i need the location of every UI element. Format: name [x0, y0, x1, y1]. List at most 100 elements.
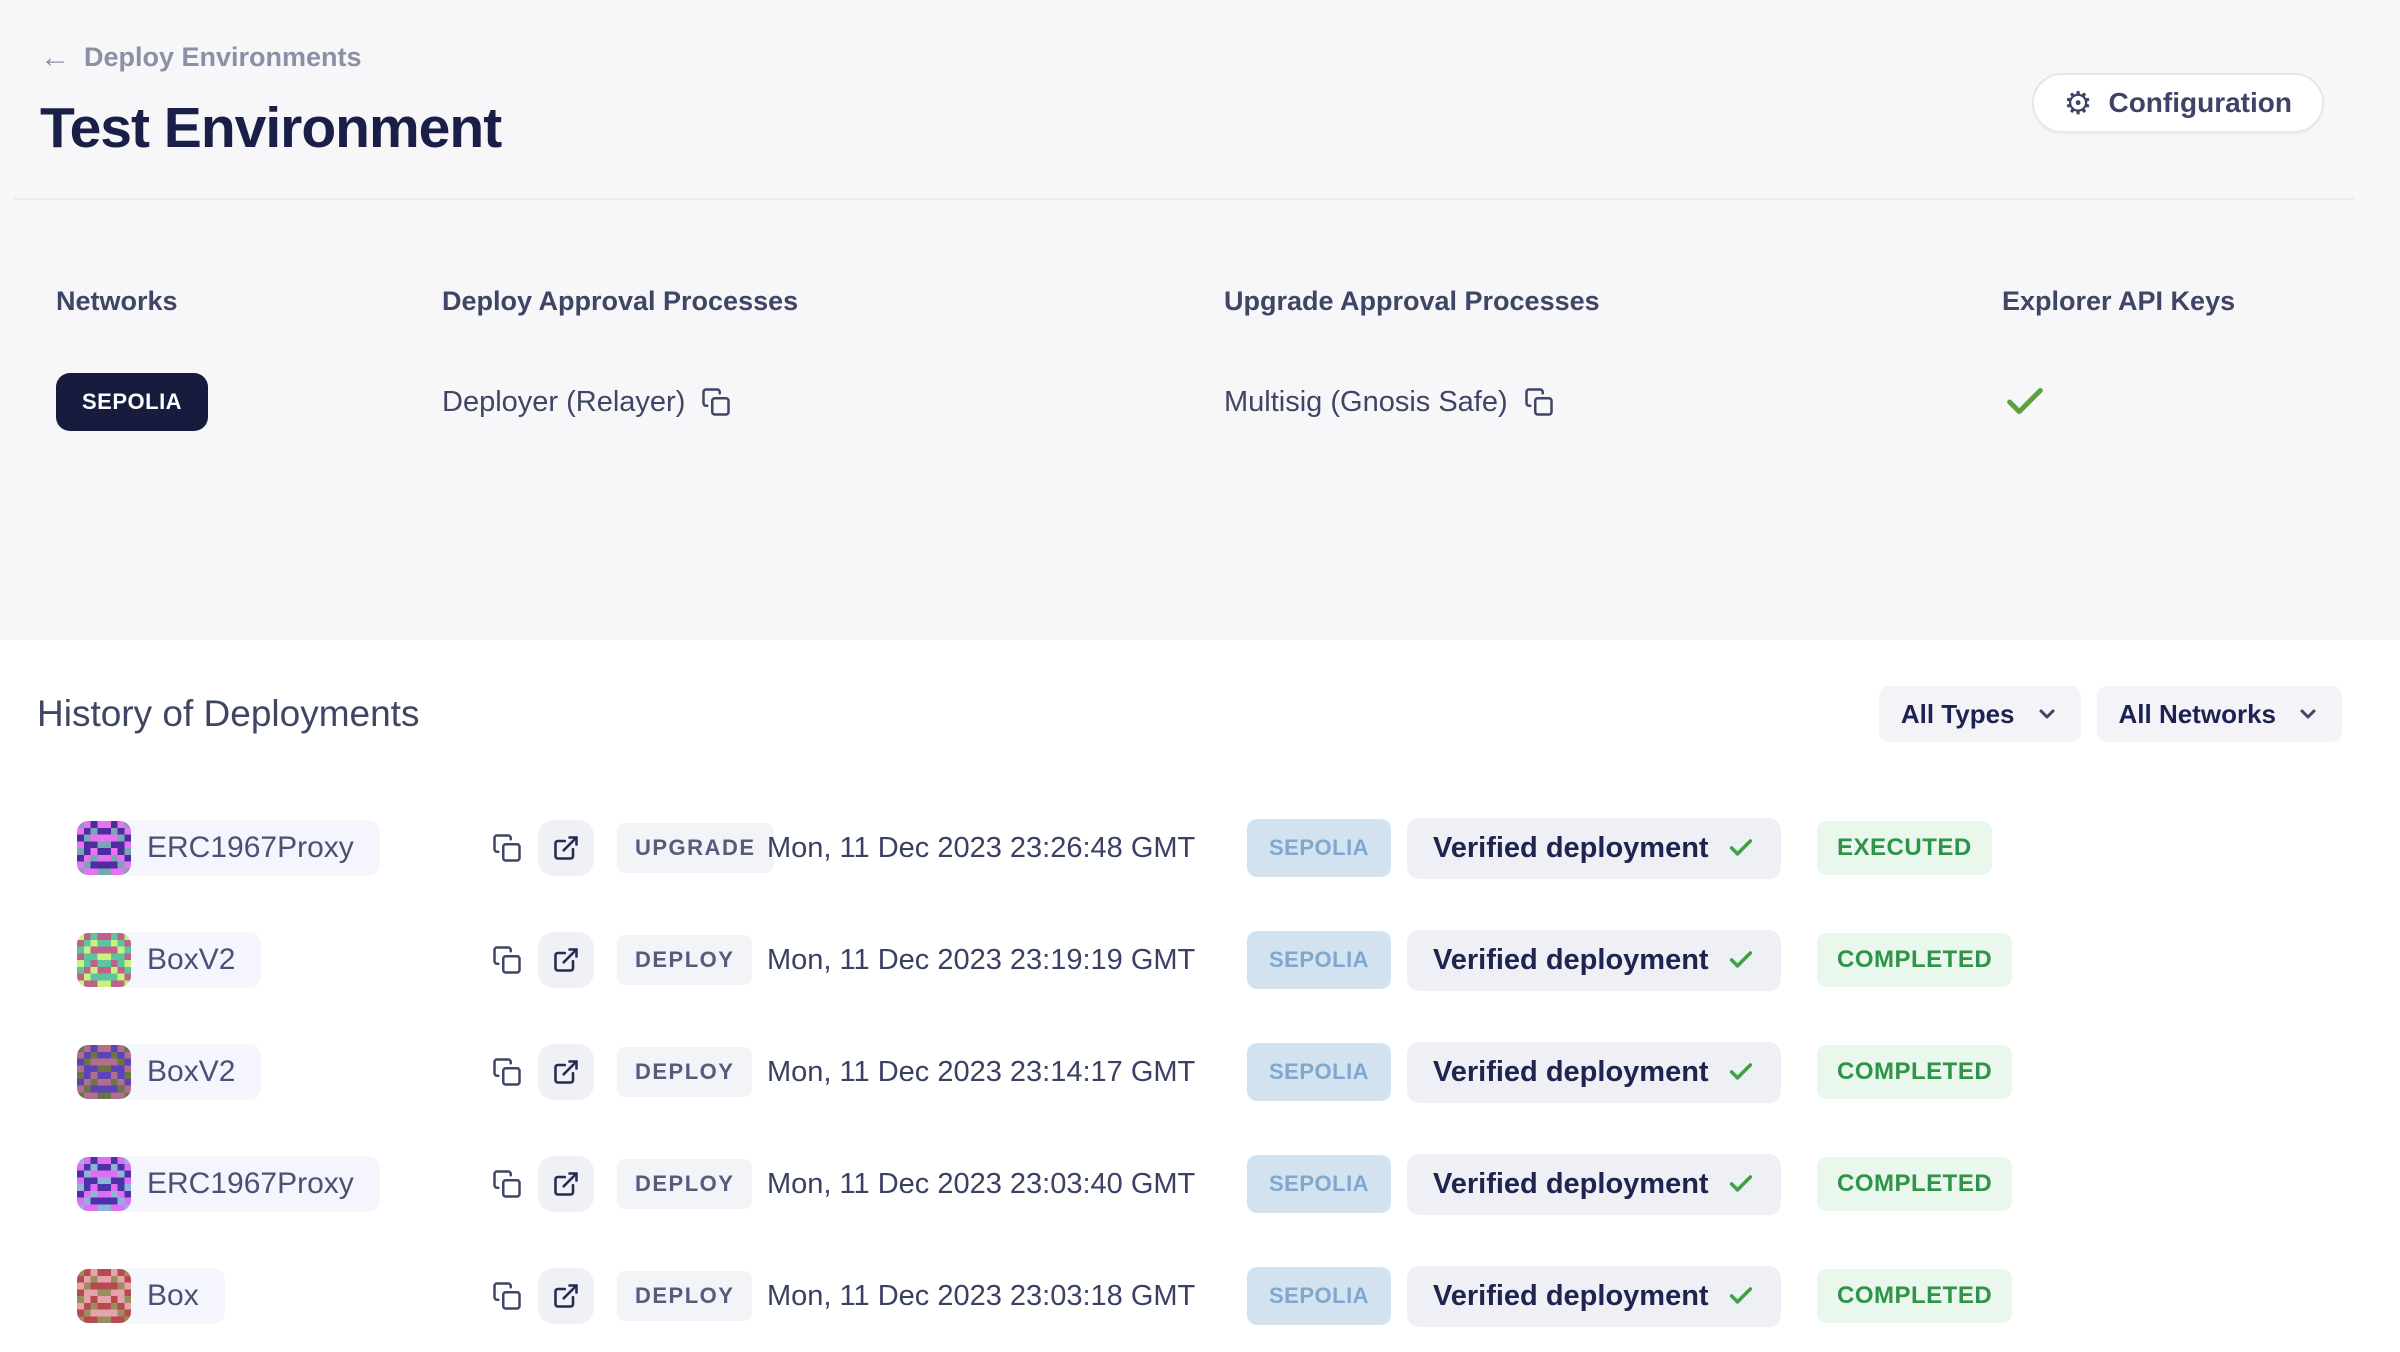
- configuration-button[interactable]: ⚙ Configuration: [2032, 73, 2324, 133]
- copy-icon: [492, 1057, 522, 1087]
- blockies-avatar-image: [77, 1045, 131, 1099]
- deployment-timestamp: Mon, 11 Dec 2023 23:03:40 GMT: [767, 1168, 1247, 1201]
- history-filters: All Types All Networks: [1879, 686, 2342, 742]
- gear-icon: ⚙: [2064, 87, 2093, 119]
- deployment-type-badge: DEPLOY: [617, 1047, 752, 1097]
- row-actions-cell: [492, 1268, 617, 1324]
- row-actions-cell: [492, 1156, 617, 1212]
- copy-icon: [492, 1281, 522, 1311]
- network-filter-label: All Networks: [2119, 699, 2277, 730]
- copy-address-button[interactable]: [492, 945, 522, 975]
- deployment-timestamp: Mon, 11 Dec 2023 23:26:48 GMT: [767, 832, 1247, 865]
- external-link-button[interactable]: [538, 1156, 594, 1212]
- back-arrow-icon: ←: [40, 43, 70, 73]
- chevron-down-icon: [2296, 702, 2320, 726]
- deployment-type-badge: DEPLOY: [617, 935, 752, 985]
- contract-avatar: [77, 933, 131, 987]
- deployment-row: BoxV2 DEPLOY Mon, 11 Dec 2023 23:19:19 G…: [0, 904, 2400, 1016]
- verification-cell: Verified deployment: [1407, 1154, 1817, 1215]
- deployment-type-cell: DEPLOY: [617, 1047, 767, 1097]
- external-link-icon: [552, 1058, 580, 1086]
- copy-icon: [701, 387, 731, 417]
- back-link-label: Deploy Environments: [84, 42, 362, 73]
- deploy-environment-page: ← Deploy Environments Test Environment ⚙…: [0, 0, 2400, 1344]
- deployment-status-badge: COMPLETED: [1817, 1269, 2012, 1323]
- blockies-avatar-image: [77, 933, 131, 987]
- contract-name-cell: BoxV2: [77, 932, 492, 988]
- status-cell: COMPLETED: [1817, 1157, 2012, 1211]
- type-filter-label: All Types: [1901, 699, 2015, 730]
- copy-upgrade-approval-button[interactable]: [1522, 385, 1556, 419]
- contract-name: ERC1967Proxy: [117, 1156, 380, 1212]
- network-badge: SEPOLIA: [1247, 819, 1391, 877]
- verification-cell: Verified deployment: [1407, 818, 1817, 879]
- deployment-status-badge: COMPLETED: [1817, 933, 2012, 987]
- network-badge: SEPOLIA: [1247, 1155, 1391, 1213]
- verification-label: Verified deployment: [1433, 1056, 1709, 1089]
- external-link-icon: [552, 1170, 580, 1198]
- contract-name: BoxV2: [117, 932, 261, 988]
- check-icon: [1727, 1058, 1755, 1086]
- status-cell: COMPLETED: [1817, 933, 2012, 987]
- deployment-status-badge: COMPLETED: [1817, 1045, 2012, 1099]
- verification-label: Verified deployment: [1433, 1168, 1709, 1201]
- row-actions-cell: [492, 932, 617, 988]
- contract-name-cell: Box: [77, 1268, 492, 1324]
- check-icon: [1727, 1170, 1755, 1198]
- copy-address-button[interactable]: [492, 833, 522, 863]
- configuration-button-label: Configuration: [2108, 87, 2292, 119]
- type-filter-dropdown[interactable]: All Types: [1879, 686, 2081, 742]
- deployment-row: ERC1967Proxy UPGRADE Mon, 11 Dec 2023 23…: [0, 792, 2400, 904]
- network-filter-dropdown[interactable]: All Networks: [2097, 686, 2343, 742]
- external-link-icon: [552, 946, 580, 974]
- copy-icon: [492, 1169, 522, 1199]
- network-cell: SEPOLIA: [1247, 1043, 1407, 1101]
- contract-avatar: [77, 821, 131, 875]
- deploy-approval-value: Deployer (Relayer): [442, 373, 1224, 431]
- status-cell: EXECUTED: [1817, 821, 1992, 875]
- contract-name: Box: [117, 1268, 225, 1324]
- deployment-row: BoxV2 DEPLOY Mon, 11 Dec 2023 23:14:17 G…: [0, 1016, 2400, 1128]
- verification-badge: Verified deployment: [1407, 1154, 1781, 1215]
- check-icon: [1727, 946, 1755, 974]
- deployment-type-cell: UPGRADE: [617, 823, 767, 873]
- deploy-approval-label: Deployer (Relayer): [442, 386, 685, 419]
- external-link-button[interactable]: [538, 932, 594, 988]
- contract-avatar: [77, 1157, 131, 1211]
- verification-cell: Verified deployment: [1407, 1042, 1817, 1103]
- verification-badge: Verified deployment: [1407, 818, 1781, 879]
- deployment-timestamp: Mon, 11 Dec 2023 23:03:18 GMT: [767, 1280, 1247, 1313]
- copy-address-button[interactable]: [492, 1057, 522, 1087]
- verification-label: Verified deployment: [1433, 1280, 1709, 1313]
- networks-value: SEPOLIA: [56, 373, 442, 431]
- environment-summary-zone: ← Deploy Environments Test Environment ⚙…: [0, 0, 2400, 640]
- explorer-api-key-status: [2002, 373, 2400, 431]
- copy-address-button[interactable]: [492, 1169, 522, 1199]
- network-cell: SEPOLIA: [1247, 1155, 1407, 1213]
- verification-badge: Verified deployment: [1407, 930, 1781, 991]
- deployment-row: ERC1967Proxy DEPLOY Mon, 11 Dec 2023 23:…: [0, 1128, 2400, 1240]
- page-header: ← Deploy Environments Test Environment ⚙…: [0, 0, 2400, 200]
- column-header-networks: Networks: [56, 286, 442, 317]
- external-link-button[interactable]: [538, 1268, 594, 1324]
- copy-address-button[interactable]: [492, 1281, 522, 1311]
- external-link-button[interactable]: [538, 1044, 594, 1100]
- copy-icon: [1524, 387, 1554, 417]
- chevron-down-icon: [2035, 702, 2059, 726]
- back-link[interactable]: ← Deploy Environments: [40, 42, 362, 73]
- deployment-type-badge: UPGRADE: [617, 823, 774, 873]
- history-section: History of Deployments All Types All Net…: [0, 640, 2400, 1352]
- deployment-row: Box DEPLOY Mon, 11 Dec 2023 23:03:18 GMT…: [0, 1240, 2400, 1352]
- verification-badge: Verified deployment: [1407, 1042, 1781, 1103]
- status-cell: COMPLETED: [1817, 1045, 2012, 1099]
- check-icon: [1727, 1282, 1755, 1310]
- check-icon: [2002, 379, 2048, 425]
- header-divider: [14, 198, 2354, 200]
- deployment-type-cell: DEPLOY: [617, 1271, 767, 1321]
- external-link-button[interactable]: [538, 820, 594, 876]
- verification-label: Verified deployment: [1433, 944, 1709, 977]
- deployment-rows: ERC1967Proxy UPGRADE Mon, 11 Dec 2023 23…: [0, 792, 2400, 1352]
- copy-deploy-approval-button[interactable]: [699, 385, 733, 419]
- blockies-avatar-image: [77, 1157, 131, 1211]
- verification-cell: Verified deployment: [1407, 1266, 1817, 1327]
